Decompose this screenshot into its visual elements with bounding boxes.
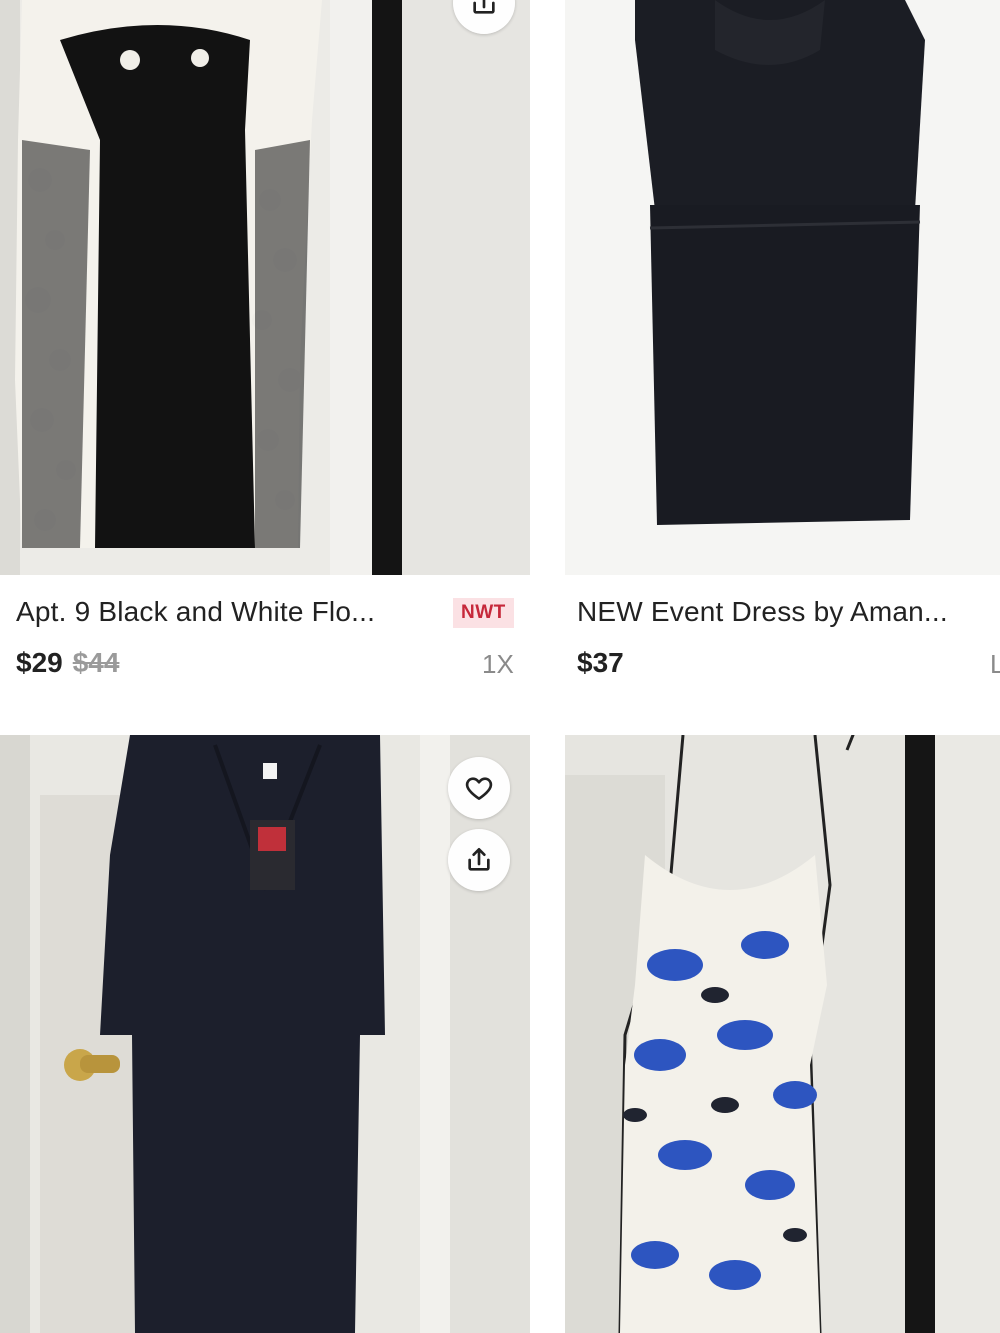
- nwt-badge: NWT: [453, 598, 514, 628]
- dress-photo-blue-floral-slip: [565, 735, 1000, 1333]
- listing-size: L: [990, 649, 1000, 679]
- listing-card[interactable]: Apt. 9 Black and White Flo... NWT $29 $44…: [0, 0, 530, 700]
- current-price: $29: [16, 647, 63, 678]
- listing-card[interactable]: NEW Event Dress by Aman... $37 L: [565, 0, 1000, 700]
- listing-photo[interactable]: [565, 735, 1000, 1333]
- listing-size: 1X: [482, 649, 514, 679]
- listing-title[interactable]: NEW Event Dress by Aman...: [577, 596, 1000, 628]
- like-button[interactable]: [448, 757, 510, 819]
- listing-card[interactable]: [0, 735, 530, 1333]
- share-button[interactable]: [448, 829, 510, 891]
- listing-price: $29 $44: [16, 647, 119, 679]
- listing-photo[interactable]: [0, 0, 530, 575]
- dress-photo-navy-maxi: [0, 735, 530, 1333]
- current-price: $37: [577, 647, 624, 678]
- dress-photo-black-event: [565, 0, 1000, 575]
- share-icon: [473, 0, 495, 14]
- dress-photo-black-white-floral: [0, 0, 530, 575]
- listing-price: $37: [577, 647, 624, 679]
- listing-photo[interactable]: [0, 735, 530, 1333]
- share-icon: [468, 848, 490, 871]
- listing-title[interactable]: Apt. 9 Black and White Flo...: [16, 596, 441, 628]
- original-price: $44: [72, 647, 120, 678]
- listing-card[interactable]: [565, 735, 1000, 1333]
- listing-photo[interactable]: [565, 0, 1000, 575]
- heart-icon: [465, 777, 493, 800]
